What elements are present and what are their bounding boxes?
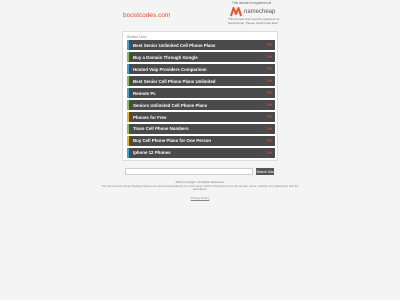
arrow-icon: >> xyxy=(266,89,272,95)
related-link-label: Buy a Domain Through Google xyxy=(133,54,198,60)
arrow-icon: >> xyxy=(266,113,272,119)
related-link[interactable]: Seniors Unlimited Cell Phone Plans >> xyxy=(127,99,275,111)
related-link[interactable]: Best Senior Unlimited Cell Phone Plans >> xyxy=(127,40,275,51)
related-link-label: Seniors Unlimited Cell Phone Plans xyxy=(133,102,208,108)
related-link[interactable]: Buy Cell Phone Plans for One Person >> xyxy=(127,135,275,147)
related-link[interactable]: Best Senior Cell Phone Plans Unlimited >> xyxy=(127,75,275,87)
link-list: Best Senior Unlimited Cell Phone Plans >>… xyxy=(127,40,275,160)
arrow-icon: >> xyxy=(266,53,272,59)
related-link-label: Iphone 12 Phones xyxy=(133,150,171,156)
arrow-icon: >> xyxy=(266,77,272,83)
related-link[interactable]: Remote Pc >> xyxy=(127,87,275,99)
related-link-label: Hosted Voip Providers Comparison xyxy=(133,66,207,72)
namecheap-logo[interactable]: namecheap xyxy=(230,6,280,17)
arrow-icon: >> xyxy=(266,125,272,131)
search-input[interactable] xyxy=(125,168,253,175)
panel-title: Related Links xyxy=(127,35,147,39)
arrow-icon: >> xyxy=(266,65,272,71)
related-link-label: Remote Pc xyxy=(133,90,156,96)
related-link-label: Best Senior Unlimited Cell Phone Plans xyxy=(133,42,216,48)
namecheap-logo-icon xyxy=(230,6,242,16)
registrar-note: This domain is registered at xyxy=(232,1,272,5)
disclaimer-text: The Sponsored Listings displayed above a… xyxy=(101,184,299,192)
related-link[interactable]: Hosted Voip Providers Comparison >> xyxy=(127,63,275,75)
arrow-icon: >> xyxy=(266,42,272,47)
arrow-icon: >> xyxy=(266,137,272,143)
related-link[interactable]: Trace Cell Phone Numbers >> xyxy=(127,123,275,135)
related-link[interactable]: Phones for Free >> xyxy=(127,111,275,123)
arrow-icon: >> xyxy=(266,149,272,155)
privacy-policy-link[interactable]: Privacy Policy xyxy=(0,196,400,200)
related-link-label: Best Senior Cell Phone Plans Unlimited xyxy=(133,78,216,84)
related-link-label: Buy Cell Phone Plans for One Person xyxy=(133,138,212,144)
arrow-icon: >> xyxy=(266,101,272,107)
domain-title: boostcodes.com xyxy=(123,12,171,19)
related-link[interactable]: Iphone 12 Phones >> xyxy=(127,147,275,159)
related-link[interactable]: Buy a Domain Through Google >> xyxy=(127,51,275,63)
search-button[interactable]: Search Ads xyxy=(256,168,274,175)
header: boostcodes.com This domain is registered… xyxy=(0,0,400,30)
search-bar: Search Ads xyxy=(125,168,277,176)
logo-text: namecheap xyxy=(244,8,276,15)
related-link-label: Trace Cell Phone Numbers xyxy=(133,126,189,132)
related-link-label: Phones for Free xyxy=(133,114,167,120)
related-links-panel: Related Links Best Senior Unlimited Cell… xyxy=(122,31,278,161)
logo-caption: This domain was recently registered at N… xyxy=(228,17,280,25)
